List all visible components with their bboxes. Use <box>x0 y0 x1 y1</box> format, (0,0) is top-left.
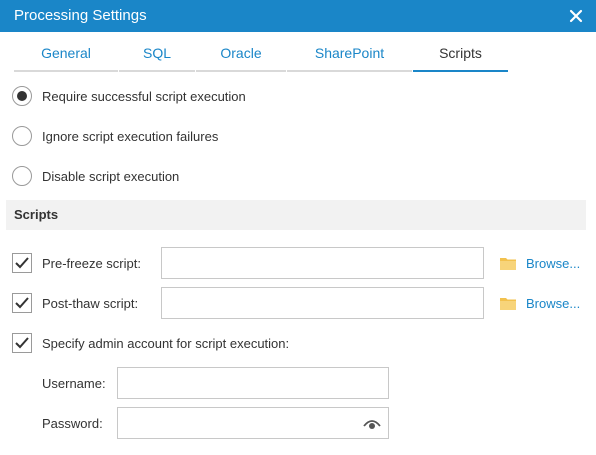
post-thaw-browse-button[interactable]: Browse... <box>500 293 580 313</box>
title-bar: Processing Settings <box>0 0 596 32</box>
tab-scripts[interactable]: Scripts <box>413 32 508 72</box>
password-input[interactable] <box>117 407 389 439</box>
pre-freeze-browse-button[interactable]: Browse... <box>500 253 580 273</box>
option-ignore-failures[interactable]: Ignore script execution failures <box>12 124 218 148</box>
folder-icon <box>500 298 516 310</box>
radio-button[interactable] <box>12 166 32 186</box>
radio-button-checked[interactable] <box>12 86 32 106</box>
post-thaw-label: Post-thaw script: <box>42 296 139 311</box>
processing-settings-dialog: Processing Settings General SQL Oracle S… <box>0 0 596 455</box>
eye-icon[interactable] <box>362 414 382 434</box>
tab-sharepoint[interactable]: SharePoint <box>287 32 412 72</box>
username-input[interactable] <box>117 367 389 399</box>
username-label: Username: <box>42 376 106 391</box>
option-require-success[interactable]: Require successful script execution <box>12 84 246 108</box>
scripts-section-header: Scripts <box>6 200 586 230</box>
tab-general[interactable]: General <box>14 32 118 72</box>
close-icon[interactable] <box>566 6 586 26</box>
pre-freeze-checkbox[interactable] <box>12 253 32 273</box>
admin-account-label: Specify admin account for script executi… <box>42 336 290 351</box>
browse-label: Browse... <box>526 295 581 311</box>
checkmark-icon <box>15 257 29 269</box>
option-label: Ignore script execution failures <box>42 128 219 144</box>
password-label: Password: <box>42 416 103 431</box>
dialog-title: Processing Settings <box>14 7 147 24</box>
admin-account-checkbox[interactable] <box>12 333 32 353</box>
post-thaw-checkbox[interactable] <box>12 293 32 313</box>
tab-bar: General SQL Oracle SharePoint Scripts <box>0 32 596 72</box>
tab-sql[interactable]: SQL <box>119 32 195 72</box>
option-disable-execution[interactable]: Disable script execution <box>12 164 179 188</box>
folder-icon <box>500 258 516 270</box>
option-label: Disable script execution <box>42 168 180 184</box>
radio-button[interactable] <box>12 126 32 146</box>
checkmark-icon <box>15 297 29 309</box>
tab-oracle[interactable]: Oracle <box>196 32 286 72</box>
post-thaw-input[interactable] <box>161 287 484 319</box>
pre-freeze-input[interactable] <box>161 247 484 279</box>
browse-label: Browse... <box>526 255 581 271</box>
pre-freeze-label: Pre-freeze script: <box>42 256 141 271</box>
option-label: Require successful script execution <box>42 88 246 104</box>
checkmark-icon <box>15 337 29 349</box>
